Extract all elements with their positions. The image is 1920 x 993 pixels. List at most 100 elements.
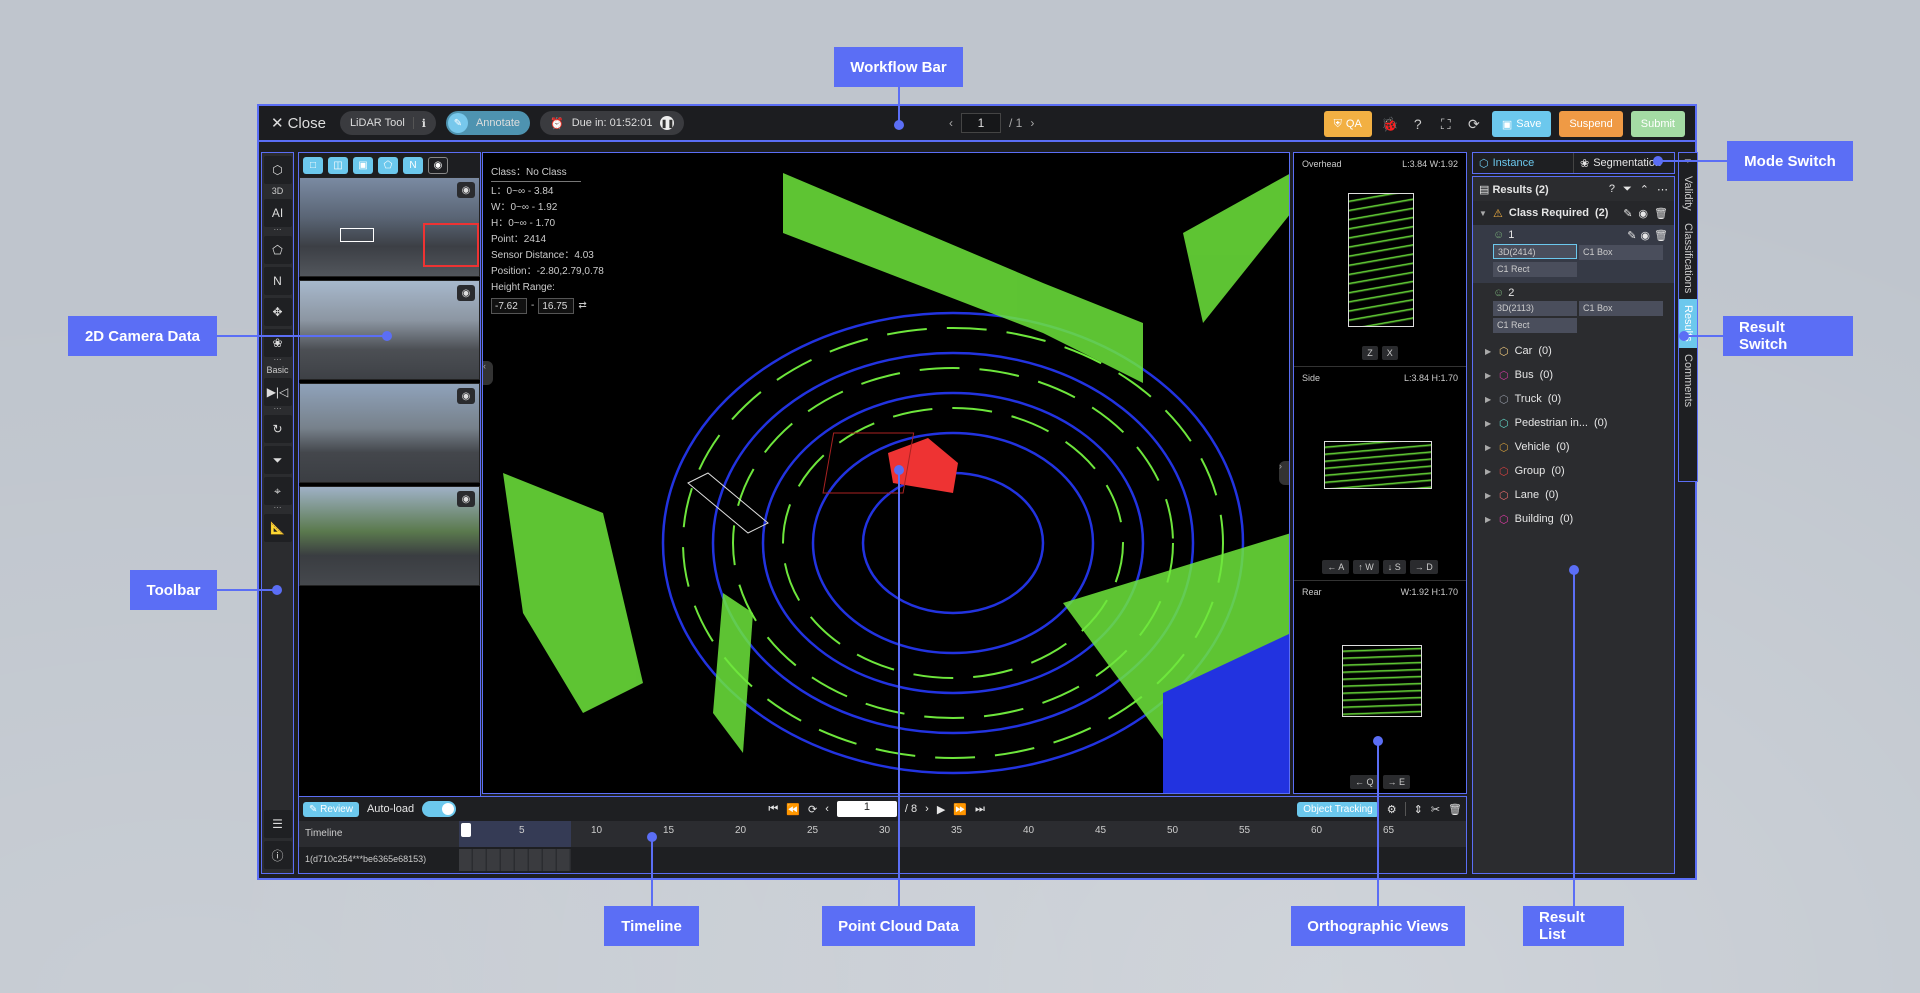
move-down-button[interactable]: ↓ S [1382, 560, 1406, 574]
overhead-view[interactable]: Overhead L:3.84 W:1.92 ZX [1294, 153, 1466, 367]
cube-icon[interactable]: ⬡ [263, 156, 292, 184]
fullscreen-icon[interactable]: ⛶ [1436, 114, 1456, 134]
chip-box[interactable]: C1 Box [1579, 245, 1663, 260]
polyline-tool-icon[interactable]: N [403, 156, 423, 174]
caret-right-icon[interactable]: ▶ [1485, 395, 1493, 404]
class-item[interactable]: ▶ ⬡ Building (0) [1473, 507, 1674, 531]
caret-right-icon[interactable]: ▶ [1485, 467, 1493, 476]
settings-sliders-icon[interactable]: ☰ [263, 810, 292, 838]
timeline-ruler[interactable]: Timeline 5 10 15 20 25 30 35 40 45 50 55 60 65 [299, 821, 1466, 847]
first-frame-icon[interactable]: ⏮ [768, 803, 778, 816]
polygon-tool-icon[interactable]: ⬠ [378, 156, 398, 174]
side-view[interactable]: Side L:3.84 H:1.70 ← A ↑ W ↓ S → D [1294, 367, 1466, 581]
playhead[interactable] [461, 823, 471, 837]
rear-box[interactable] [1342, 645, 1422, 717]
trash-icon[interactable]: 🗑 [1448, 803, 1462, 816]
next-page-icon[interactable]: › [1030, 116, 1034, 130]
help-icon[interactable]: ? [1408, 114, 1428, 134]
eye-icon[interactable]: ◉ [1640, 229, 1650, 242]
qa-button[interactable]: ⛨ QA [1323, 111, 1372, 137]
filter-icon[interactable]: ⏷ [1623, 183, 1632, 196]
flip-icon[interactable]: ▶|◁ [263, 378, 292, 406]
rotate-z-button[interactable]: Z [1362, 346, 1378, 360]
height-min-input[interactable]: -7.62 [491, 298, 527, 314]
last-frame-icon[interactable]: ⏭ [975, 803, 985, 816]
chip-3d[interactable]: 3D(2113) [1493, 301, 1577, 316]
class-item[interactable]: ▶ ⬡ Group (0) [1473, 459, 1674, 483]
rear-view[interactable]: Rear W:1.92 H:1.70 ← Q → E [1294, 581, 1466, 795]
polygon-tool-icon[interactable]: ⬠ [263, 236, 292, 264]
pause-icon[interactable]: ❚❚ [660, 116, 675, 130]
overhead-box[interactable] [1348, 193, 1414, 327]
caret-right-icon[interactable]: ▶ [1485, 515, 1493, 524]
class-item[interactable]: ▶ ⬡ Bus (0) [1473, 363, 1674, 387]
more-icon[interactable]: ··· [274, 405, 282, 413]
caret-right-icon[interactable]: ▶ [1485, 491, 1493, 500]
caret-down-icon[interactable]: ▼ [1479, 209, 1487, 218]
eye-icon[interactable]: ◉ [457, 285, 475, 301]
rotate-q-button[interactable]: ← Q [1349, 775, 1379, 789]
polyline-tool-icon[interactable]: N [263, 267, 292, 295]
instance-item[interactable]: ☺ 1 ✎ ◉ 🗑 3D(2414) C1 BoxC1 Rect [1473, 225, 1674, 283]
more-icon[interactable]: ··· [274, 226, 282, 234]
cuboid-tool-icon[interactable]: ◫ [328, 156, 348, 174]
segment-tool-icon[interactable]: ❀ [263, 329, 292, 357]
trash-icon[interactable]: 🗑 [1654, 207, 1668, 220]
submit-button[interactable]: Submit [1630, 111, 1685, 137]
help-icon[interactable]: ? [1609, 183, 1615, 196]
object-tracking-button[interactable]: Object Tracking [1297, 801, 1379, 817]
class-item[interactable]: ▶ ⬡ Lane (0) [1473, 483, 1674, 507]
class-item[interactable]: ▶ ⬡ Pedestrian in... (0) [1473, 411, 1674, 435]
split-icon[interactable]: ⇕ [1414, 803, 1423, 816]
review-button[interactable]: ✎ Review [303, 801, 359, 817]
trash-icon[interactable]: 🗑 [1654, 229, 1668, 242]
tab-classifications[interactable]: Classifications [1679, 217, 1697, 299]
tab-comments[interactable]: Comments [1679, 348, 1697, 413]
more-icon[interactable]: ··· [274, 356, 282, 364]
caret-right-icon[interactable]: ▶ [1485, 443, 1493, 452]
eye-icon[interactable]: ◉ [457, 388, 475, 404]
replay-icon[interactable]: ⟳ [808, 803, 817, 816]
rect-tool-icon[interactable]: □ [303, 156, 323, 174]
class-item[interactable]: ▶ ⬡ Truck (0) [1473, 387, 1674, 411]
ai-tool-button[interactable]: AI [263, 199, 292, 227]
prev-frame-icon[interactable]: ‹ [825, 803, 829, 815]
caret-right-icon[interactable]: ▶ [1485, 419, 1493, 428]
track-row[interactable]: 1(d710c254***be6365e68153) [299, 847, 1466, 873]
eye-icon[interactable]: ◉ [1638, 207, 1648, 220]
move-tool-icon[interactable]: ✥ [263, 298, 292, 326]
gear-icon[interactable]: ⚙ [1387, 803, 1397, 816]
collapse-left-icon[interactable]: ‹ [483, 361, 493, 385]
eye-icon[interactable]: ◉ [457, 182, 475, 198]
camera-image[interactable]: ◉ [299, 280, 480, 380]
bug-icon[interactable]: 🐞 [1380, 114, 1400, 134]
fast-forward-icon[interactable]: ⏩ [953, 803, 967, 816]
camera-image[interactable]: ◉ [299, 383, 480, 483]
point-tool-icon[interactable]: ◉ [428, 156, 448, 174]
move-up-button[interactable]: ↑ W [1353, 560, 1379, 574]
filter-icon[interactable]: ⏷ [263, 446, 292, 474]
frame-input[interactable]: 1 [836, 801, 897, 817]
annotate-mode-button[interactable]: ✎ Annotate [445, 111, 530, 135]
prev-page-icon[interactable]: ‹ [949, 116, 953, 130]
autoload-toggle[interactable] [422, 801, 457, 817]
move-right-button[interactable]: → D [1409, 560, 1438, 574]
rotate-e-button[interactable]: → E [1382, 775, 1411, 789]
class-item[interactable]: ▶ ⬡ Car (0) [1473, 339, 1674, 363]
caret-right-icon[interactable]: ▶ [1485, 371, 1493, 380]
collapse-right-icon[interactable]: › [1279, 461, 1289, 485]
save-button[interactable]: ▣ Save [1491, 111, 1552, 137]
chip-3d[interactable]: 3D(2414) [1493, 244, 1577, 259]
play-icon[interactable]: ▶ [937, 803, 945, 816]
close-button[interactable]: ✕ Close [271, 114, 326, 133]
info-icon[interactable]: ℹ [422, 117, 426, 130]
more-icon[interactable]: ··· [274, 504, 282, 512]
edit-icon[interactable]: ✎ [1623, 207, 1632, 220]
rotate-x-button[interactable]: X [1381, 346, 1398, 360]
eye-icon[interactable]: ◉ [457, 491, 475, 507]
tab-instance[interactable]: ⬡ Instance [1473, 153, 1574, 173]
rotate-icon[interactable]: ↻ [263, 415, 292, 443]
workflow-icon[interactable]: ⟳ [1464, 114, 1484, 134]
class-item[interactable]: ▶ ⬡ Vehicle (0) [1473, 435, 1674, 459]
chip-rect[interactable]: C1 Rect [1493, 262, 1577, 277]
